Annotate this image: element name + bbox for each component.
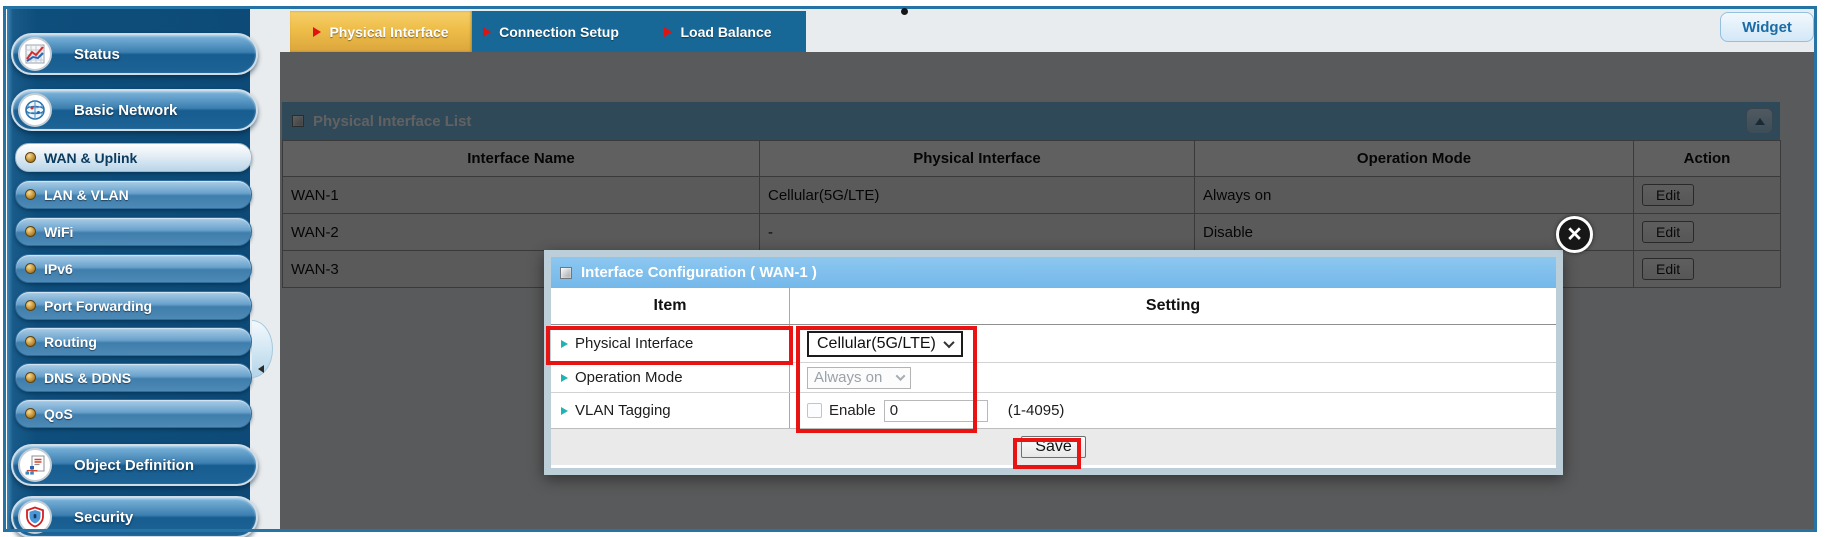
teal-arrow-icon xyxy=(561,374,568,382)
sidebar-item-status[interactable]: Status xyxy=(11,33,258,75)
sidebar-item-dns-ddns[interactable]: DNS & DDNS xyxy=(15,363,252,392)
gold-bullet-icon xyxy=(25,408,36,419)
teal-arrow-icon xyxy=(561,407,568,415)
red-arrow-icon xyxy=(313,27,321,37)
operation-mode-select: Always on xyxy=(807,367,911,389)
widget-button[interactable]: Widget xyxy=(1720,12,1814,42)
vlan-enable-checkbox[interactable] xyxy=(807,403,822,418)
page-root: Status Basic Network WAN & Uplink LAN & … xyxy=(0,0,1825,537)
sidebar-item-label: LAN & VLAN xyxy=(44,187,129,203)
tab-physical-interface[interactable]: Physical Interface xyxy=(290,11,472,52)
sidebar-item-label: Status xyxy=(74,46,120,63)
vlan-range-hint: (1-4095) xyxy=(1008,402,1065,419)
tab-label: Physical Interface xyxy=(329,24,448,40)
chevron-down-icon xyxy=(943,336,954,347)
chevron-down-icon xyxy=(896,371,906,381)
gold-bullet-icon xyxy=(25,189,36,200)
sidebar-item-object-definition[interactable]: Object Definition xyxy=(11,444,258,486)
sidebar-item-ipv6[interactable]: IPv6 xyxy=(15,254,252,283)
sidebar-item-label: IPv6 xyxy=(44,261,73,277)
modal-inner: Interface Configuration ( WAN-1 ) Item S… xyxy=(551,257,1556,468)
physical-interface-select[interactable]: Cellular(5G/LTE) xyxy=(807,331,963,357)
line-chart-icon xyxy=(18,37,52,71)
close-button[interactable]: × xyxy=(1556,216,1593,253)
tab-label: Connection Setup xyxy=(499,24,619,40)
save-button[interactable]: Save xyxy=(1021,436,1085,458)
sidebar-item-qos[interactable]: QoS xyxy=(15,399,252,428)
sidebar-item-routing[interactable]: Routing xyxy=(15,327,252,356)
sidebar-item-wifi[interactable]: WiFi xyxy=(15,217,252,246)
vlan-tagging-row: VLAN Tagging Enable (1-4095) xyxy=(551,393,1556,428)
item-column-header: Item xyxy=(551,288,790,324)
tab-connection-setup[interactable]: Connection Setup xyxy=(472,11,630,52)
panel-square-icon xyxy=(560,267,572,279)
sidebar: Status Basic Network WAN & Uplink LAN & … xyxy=(7,9,250,530)
sidebar-item-label: WiFi xyxy=(44,224,73,240)
sidebar-item-label: Basic Network xyxy=(74,102,177,119)
sidebar-item-port-forwarding[interactable]: Port Forwarding xyxy=(15,291,252,320)
sidebar-item-lan-vlan[interactable]: LAN & VLAN xyxy=(15,180,252,209)
select-value: Always on xyxy=(814,369,882,386)
modal-title: Interface Configuration ( WAN-1 ) xyxy=(581,264,817,281)
sidebar-item-label: DNS & DDNS xyxy=(44,370,131,386)
shield-icon xyxy=(18,500,52,534)
gold-bullet-icon xyxy=(25,372,36,383)
red-arrow-icon xyxy=(483,27,491,37)
modal-header: Interface Configuration ( WAN-1 ) xyxy=(551,257,1556,288)
close-icon: × xyxy=(1567,222,1582,247)
sidebar-item-label: Routing xyxy=(44,334,97,350)
modal-footer: Save xyxy=(551,428,1556,465)
flowchart-icon xyxy=(18,448,52,482)
chevron-left-icon xyxy=(258,365,264,373)
gold-bullet-icon xyxy=(25,226,36,237)
physical-interface-row: Physical Interface Cellular(5G/LTE) xyxy=(551,325,1556,363)
gold-bullet-icon xyxy=(25,263,36,274)
gold-bullet-icon xyxy=(25,152,36,163)
setting-column-header: Setting xyxy=(790,288,1556,324)
enable-label: Enable xyxy=(829,402,876,419)
sidebar-item-label: QoS xyxy=(44,406,73,422)
select-value: Cellular(5G/LTE) xyxy=(817,335,936,353)
gold-bullet-icon xyxy=(25,300,36,311)
globe-icon xyxy=(18,93,52,127)
sidebar-item-wan-uplink[interactable]: WAN & Uplink xyxy=(15,143,252,172)
tab-label: Load Balance xyxy=(680,24,771,40)
sidebar-item-basic-network[interactable]: Basic Network xyxy=(11,89,258,131)
screen-dot xyxy=(901,8,908,15)
item-label: Physical Interface xyxy=(575,335,693,352)
vlan-id-input[interactable] xyxy=(884,400,988,422)
gold-bullet-icon xyxy=(25,336,36,347)
sidebar-item-label: Security xyxy=(74,509,133,526)
tab-bar: Physical Interface Connection Setup Load… xyxy=(290,11,806,52)
interface-configuration-modal: Interface Configuration ( WAN-1 ) Item S… xyxy=(544,250,1563,475)
tab-load-balance[interactable]: Load Balance xyxy=(630,11,806,52)
sidebar-item-security[interactable]: Security xyxy=(11,496,258,537)
operation-mode-row: Operation Mode Always on xyxy=(551,363,1556,393)
sidebar-item-label: WAN & Uplink xyxy=(44,150,137,166)
item-label: Operation Mode xyxy=(575,369,683,386)
sidebar-item-label: Object Definition xyxy=(74,457,194,474)
teal-arrow-icon xyxy=(561,340,568,348)
item-label: VLAN Tagging xyxy=(575,402,671,419)
sidebar-item-label: Port Forwarding xyxy=(44,298,152,314)
modal-table-header: Item Setting xyxy=(551,288,1556,325)
red-arrow-icon xyxy=(664,27,672,37)
